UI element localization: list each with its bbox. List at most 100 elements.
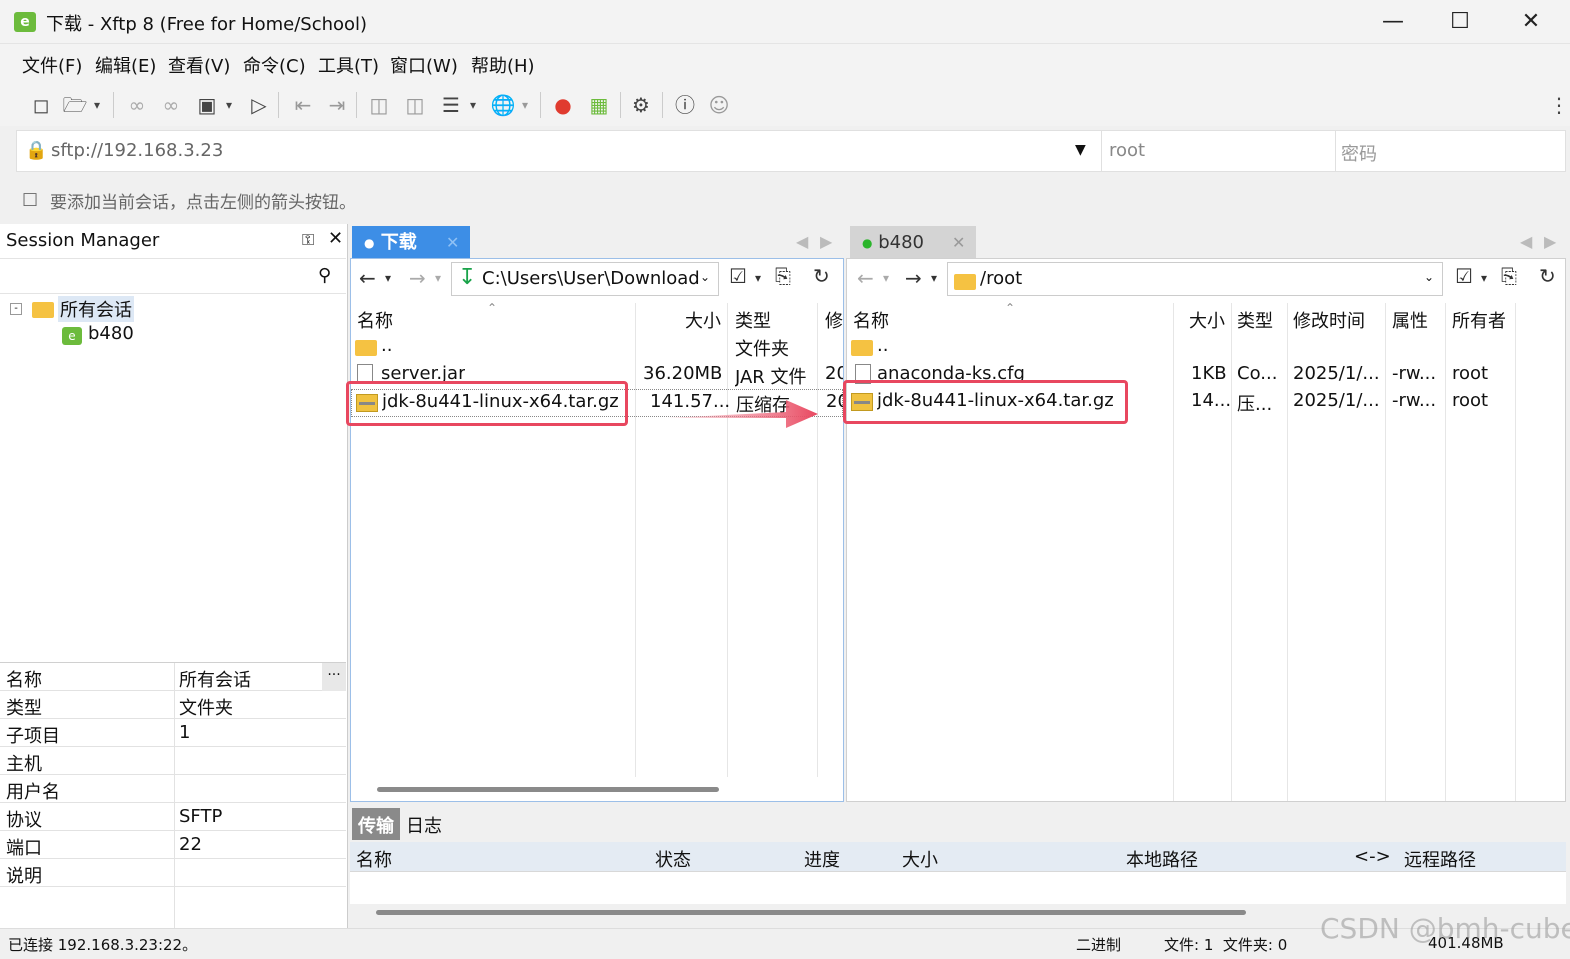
col-type[interactable]: 类型 bbox=[1237, 307, 1273, 333]
chevron-down-icon[interactable]: ⌄ bbox=[700, 270, 710, 284]
col-direction[interactable]: <-> bbox=[1354, 846, 1391, 867]
close-panel-icon[interactable]: ✕ bbox=[328, 228, 343, 249]
tree-all-sessions[interactable]: 所有会话 bbox=[58, 296, 134, 322]
list-item[interactable]: .. bbox=[847, 333, 1565, 361]
session-search[interactable]: ⚲ bbox=[0, 258, 346, 294]
col-modified[interactable]: 修 bbox=[825, 307, 843, 333]
chevron-down-icon[interactable]: ▾ bbox=[518, 92, 532, 118]
menu-file[interactable]: 文件(F) bbox=[22, 52, 82, 78]
tree-session-b480[interactable]: b480 bbox=[88, 323, 134, 344]
tab-remote[interactable]: ● b480 ✕ bbox=[850, 226, 976, 260]
new-session-icon[interactable]: ◻ bbox=[28, 92, 54, 118]
col-size[interactable]: 大小 bbox=[902, 846, 938, 872]
refresh-icon[interactable]: ↻ bbox=[1539, 264, 1556, 288]
play-icon[interactable]: ▷ bbox=[246, 92, 272, 118]
close-button[interactable]: ✕ bbox=[1508, 8, 1554, 36]
remote-path-field[interactable]: /root ⌄ bbox=[947, 262, 1443, 296]
refresh-icon[interactable]: ↻ bbox=[813, 264, 830, 288]
col-name[interactable]: 名称 bbox=[853, 307, 889, 333]
col-progress[interactable]: 进度 bbox=[804, 846, 840, 872]
chevron-down-icon[interactable]: ▼ bbox=[1075, 142, 1086, 158]
search-icon[interactable]: ⚲ bbox=[318, 265, 331, 286]
menu-tools[interactable]: 工具(T) bbox=[318, 52, 379, 78]
new-window-icon[interactable]: ▣ bbox=[194, 92, 220, 118]
more-button[interactable]: ... bbox=[322, 663, 346, 691]
menu-help[interactable]: 帮助(H) bbox=[471, 52, 535, 78]
tab-transfers[interactable]: 传输 bbox=[352, 808, 400, 840]
chevron-down-icon[interactable]: ▾ bbox=[466, 92, 480, 118]
tab-scroll-left-icon[interactable]: ◀ bbox=[796, 232, 808, 251]
more-icon[interactable]: ⋮ bbox=[1546, 92, 1570, 118]
parent-folder-icon[interactable]: ⎘ bbox=[1501, 264, 1517, 288]
col-size[interactable]: 大小 bbox=[1189, 307, 1225, 333]
tab-scroll-right-icon[interactable]: ▶ bbox=[1544, 232, 1556, 251]
tab-local[interactable]: ● 下载 ✕ bbox=[352, 226, 470, 260]
close-tab-icon[interactable]: ✕ bbox=[446, 226, 459, 260]
properties-table: 名称 所有会话... 类型 文件夹 子项目 1 主机 用户名 协议 SFTP 端口 22 … bbox=[0, 662, 346, 929]
globe-icon[interactable]: 🌐 bbox=[490, 92, 516, 118]
tab-scroll-right-icon[interactable]: ▶ bbox=[820, 232, 832, 251]
tab-log[interactable]: 日志 bbox=[406, 812, 442, 838]
col-remote-path[interactable]: 远程路径 bbox=[1404, 846, 1476, 872]
local-path-field[interactable]: ↧ C:\Users\User\Download ⌄ bbox=[451, 262, 719, 296]
col-status[interactable]: 状态 bbox=[655, 846, 691, 872]
col-name[interactable]: 名称 bbox=[356, 846, 392, 872]
horizontal-scrollbar[interactable] bbox=[376, 910, 1246, 915]
list-view-icon[interactable]: ☰ bbox=[438, 92, 464, 118]
transfer-mode[interactable]: 二进制 bbox=[1076, 934, 1121, 955]
col-modified[interactable]: 修改时间 bbox=[1293, 307, 1365, 333]
horizontal-scrollbar[interactable] bbox=[377, 787, 719, 792]
parent-folder-icon[interactable]: ⎘ bbox=[775, 264, 791, 288]
chevron-down-icon[interactable]: ▾ bbox=[931, 271, 937, 285]
gear-icon[interactable]: ⚙ bbox=[628, 92, 654, 118]
chevron-down-icon[interactable]: ▾ bbox=[435, 271, 441, 285]
download-icon[interactable]: ⇥ bbox=[324, 92, 350, 118]
chevron-down-icon[interactable]: ▾ bbox=[222, 92, 236, 118]
collapse-icon[interactable]: - bbox=[10, 303, 22, 315]
menu-window[interactable]: 窗口(W) bbox=[390, 52, 458, 78]
maximize-button[interactable]: ☐ bbox=[1437, 8, 1483, 36]
chevron-down-icon[interactable]: ▾ bbox=[90, 92, 104, 118]
col-attributes[interactable]: 属性 bbox=[1392, 307, 1428, 333]
xshell-icon[interactable]: ● bbox=[550, 92, 576, 118]
close-tab-icon[interactable]: ✕ bbox=[952, 226, 965, 260]
chevron-down-icon[interactable]: ▾ bbox=[385, 271, 391, 285]
add-session-arrow-icon[interactable]: □ bbox=[22, 189, 38, 209]
menu-command[interactable]: 命令(C) bbox=[243, 52, 306, 78]
chat-icon[interactable]: ☺ bbox=[706, 92, 732, 118]
forward-icon[interactable]: → bbox=[409, 266, 426, 290]
folder-icon bbox=[32, 299, 54, 320]
tab-scroll-left-icon[interactable]: ◀ bbox=[1520, 232, 1532, 251]
chevron-down-icon[interactable]: ▾ bbox=[1481, 271, 1487, 285]
menu-view[interactable]: 查看(V) bbox=[168, 52, 230, 78]
back-icon[interactable]: ← bbox=[359, 266, 376, 290]
bookmark-icon[interactable]: ☑ bbox=[729, 264, 747, 288]
col-size[interactable]: 大小 bbox=[685, 307, 721, 333]
bookmark-icon[interactable]: ☑ bbox=[1455, 264, 1473, 288]
upload-icon[interactable]: ⇤ bbox=[290, 92, 316, 118]
col-local-path[interactable]: 本地路径 bbox=[1126, 846, 1198, 872]
xftp-icon[interactable]: ▦ bbox=[586, 92, 612, 118]
chevron-down-icon[interactable]: ⌄ bbox=[1424, 270, 1434, 284]
chevron-down-icon[interactable]: ▾ bbox=[755, 271, 761, 285]
list-item[interactable]: .. 文件夹 bbox=[351, 333, 843, 361]
menu-edit[interactable]: 编辑(E) bbox=[95, 52, 156, 78]
help-icon[interactable]: ⓘ bbox=[672, 92, 698, 118]
host-input[interactable]: sftp://192.168.3.23 bbox=[51, 140, 223, 161]
col-type[interactable]: 类型 bbox=[735, 307, 771, 333]
disconnect-icon[interactable]: ∞ bbox=[124, 92, 150, 118]
chevron-down-icon[interactable]: ▾ bbox=[883, 271, 889, 285]
forward-icon[interactable]: → bbox=[905, 266, 922, 290]
link-icon[interactable]: ∞ bbox=[158, 92, 184, 118]
sort-arrow-icon: ⌃ bbox=[487, 301, 498, 315]
back-icon[interactable]: ← bbox=[857, 266, 874, 290]
username-input[interactable]: root bbox=[1109, 140, 1145, 161]
password-input[interactable]: 密码 bbox=[1341, 140, 1377, 166]
col-name[interactable]: 名称 bbox=[357, 307, 393, 333]
open-folder-icon[interactable]: 🗁 bbox=[62, 92, 88, 118]
copy-icon[interactable]: ◫ bbox=[366, 92, 392, 118]
col-owner[interactable]: 所有者 bbox=[1452, 307, 1506, 333]
paste-icon[interactable]: ◫ bbox=[402, 92, 428, 118]
minimize-button[interactable]: — bbox=[1370, 8, 1416, 36]
pin-icon[interactable]: ⚿ bbox=[302, 230, 314, 250]
